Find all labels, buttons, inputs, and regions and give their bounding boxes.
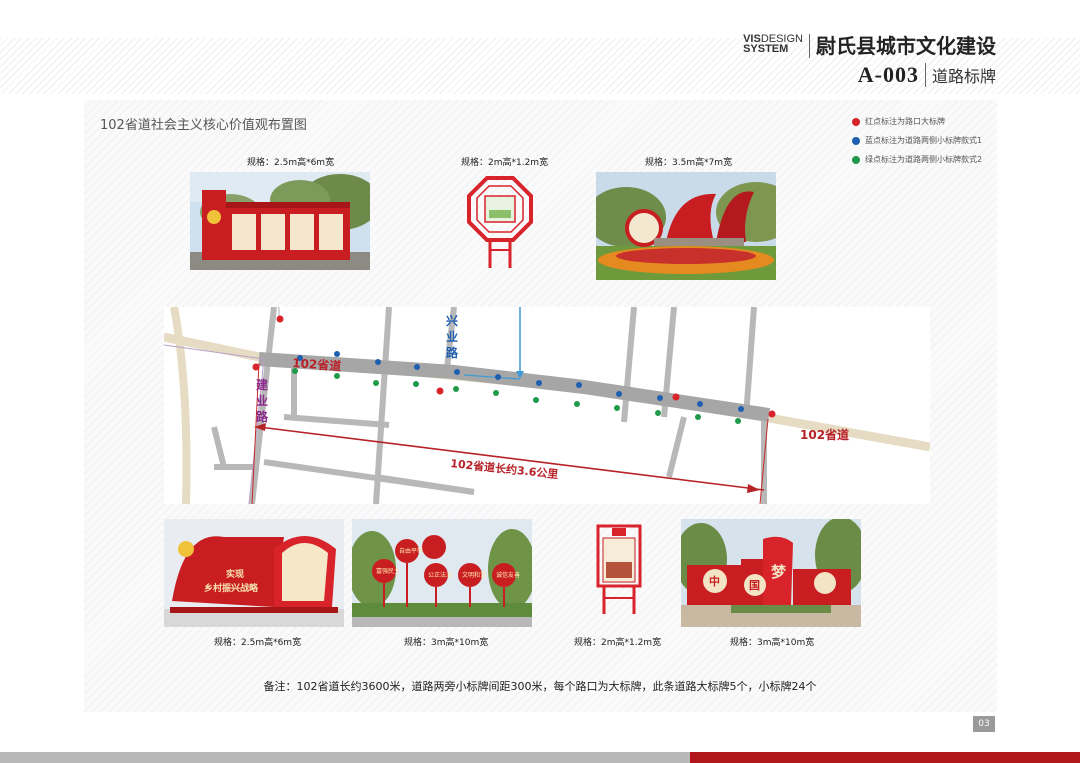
spec-top-1: 规格：2.5m高*6m宽	[247, 158, 335, 168]
legend-item-blue: 蓝点标注为道路两侧小标牌款式1	[852, 131, 982, 150]
legend-item-green: 绿点标注为道路两侧小标牌款式2	[852, 150, 982, 169]
road-label-102-right: 102省道	[800, 427, 849, 442]
xingye-char: 业	[446, 329, 458, 344]
road-length-label: 102省道长约3.6公里	[450, 456, 559, 481]
brand: VISDESIGN SYSTEM 尉氏县城市文化建设	[743, 34, 996, 58]
road-label-jianye: 建业路	[255, 377, 269, 424]
jianye-char: 建	[255, 377, 269, 392]
slogan-line2: 乡村振兴战略	[204, 582, 259, 594]
circle-text: 公正法治	[428, 571, 452, 579]
project-title: 尉氏县城市文化建设	[816, 34, 996, 58]
legend-label: 红点标注为路口大标牌	[865, 117, 945, 126]
sign-photo-china-dream-wall: 中 国 梦	[681, 519, 861, 627]
circle-text: 自由平等	[399, 547, 423, 555]
sign-photo-upright-panel	[594, 524, 644, 616]
spec-bottom-3: 规格：2m高*1.2m宽	[574, 638, 662, 648]
legend-label: 蓝点标注为道路两侧小标牌款式1	[865, 136, 983, 145]
sign-photo-window-frame	[465, 176, 535, 270]
sign-photo-china-dream-flowerbed	[596, 172, 776, 280]
footer-bar-grey	[0, 752, 690, 763]
slogan-line1: 实现	[226, 568, 244, 580]
spec-bottom-2: 规格：3m高*10m宽	[404, 638, 489, 648]
circle-text: 富强民主	[376, 567, 400, 575]
jianye-char: 业	[256, 393, 268, 408]
vis-logo: VISDESIGN SYSTEM	[743, 34, 803, 55]
sign-photo-core-values-circles: 自由平等 富强民主 公正法治 文明和谐 诚信友善	[352, 519, 532, 627]
page-number: 03	[973, 716, 995, 732]
system-text: SYSTEM	[743, 43, 789, 55]
sign-photo-rural-revitalization: 实现 乡村振兴战略	[164, 519, 344, 627]
dream-char: 中	[709, 574, 720, 588]
spec-bottom-1: 规格：2.5m高*6m宽	[214, 638, 302, 648]
xingye-char: 兴	[446, 313, 458, 328]
green-dot-icon	[852, 155, 860, 164]
circle-text: 文明和谐	[462, 571, 486, 579]
spec-top-2: 规格：2m高*1.2m宽	[461, 158, 549, 168]
footer-bar-red	[690, 752, 1080, 763]
dream-char: 梦	[771, 563, 787, 581]
legend-label: 绿点标注为道路两侧小标牌款式2	[865, 155, 983, 164]
spec-top-3: 规格：3.5m高*7m宽	[645, 158, 733, 168]
panel-title: 102省道社会主义核心价值观布置图	[100, 118, 307, 133]
header: VISDESIGN SYSTEM 尉氏县城市文化建设 A-003 道路标牌	[743, 34, 996, 88]
legend: 红点标注为路口大标牌 蓝点标注为道路两侧小标牌款式1 绿点标注为道路两侧小标牌款…	[852, 112, 982, 169]
page-code: A-003	[857, 62, 919, 87]
sign-photo-billboard	[190, 172, 370, 270]
red-dot-icon	[852, 117, 860, 126]
jianye-char: 路	[256, 409, 269, 424]
brand-divider	[809, 34, 810, 58]
code-row: A-003 道路标牌	[743, 62, 996, 88]
legend-item-red: 红点标注为路口大标牌	[852, 112, 982, 131]
road-label-xingye: 兴业路	[446, 313, 459, 360]
blue-dot-icon	[852, 136, 860, 145]
page-subtitle: 道路标牌	[924, 63, 996, 87]
remark-note: 备注：102省道长约3600米，道路两旁小标牌间距300米，每个路口为大标牌，此…	[263, 680, 817, 693]
spec-bottom-4: 规格：3m高*10m宽	[730, 638, 815, 648]
xingye-char: 路	[446, 345, 459, 360]
circle-text: 诚信友善	[496, 571, 520, 579]
road-map: 102省道 102省道 102省道长约3.6公里 兴业路 建业路	[164, 307, 930, 504]
dream-char: 国	[749, 579, 760, 592]
